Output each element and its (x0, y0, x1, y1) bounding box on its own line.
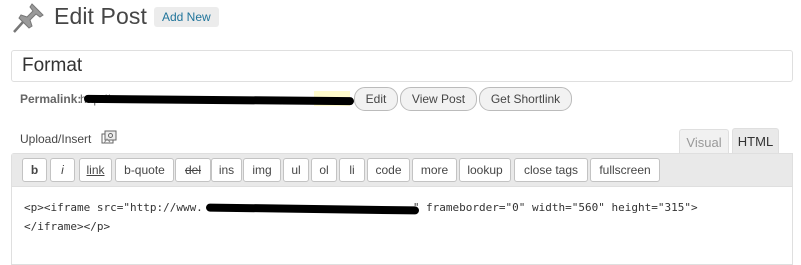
content-line-1-start: <p><iframe src="http://www. (24, 201, 203, 214)
content-line-1-end: " frameborder="0" width="560" height="31… (412, 201, 698, 214)
quicktag-blockquote-button[interactable]: b-quote (115, 158, 174, 182)
edit-permalink-button[interactable]: Edit (354, 87, 398, 111)
quicktag-link-button[interactable]: link (79, 158, 112, 182)
media-gallery-icon[interactable] (101, 130, 118, 147)
quicktag-italic-button[interactable]: i (50, 158, 75, 182)
quicktag-lookup-button[interactable]: lookup (459, 158, 511, 182)
quicktag-ol-button[interactable]: ol (311, 158, 337, 182)
redaction-mark (83, 94, 355, 106)
post-title-field-wrapper (11, 50, 793, 82)
upload-insert-label: Upload/Insert (20, 132, 92, 146)
permalink-label: Permalink: (20, 92, 82, 106)
quicktag-li-button[interactable]: li (339, 158, 365, 182)
tab-visual[interactable]: Visual (679, 129, 729, 155)
content-textarea[interactable]: <p><iframe src="http://www. " frameborder… (24, 198, 784, 236)
page-title: Edit Post (54, 3, 147, 29)
quicktag-more-button[interactable]: more (412, 158, 457, 182)
get-shortlink-button[interactable]: Get Shortlink (479, 87, 572, 111)
quicktag-code-button[interactable]: code (367, 158, 410, 182)
add-new-button[interactable]: Add New (154, 7, 219, 27)
pushpin-icon (13, 3, 44, 33)
post-title-input[interactable] (12, 51, 782, 81)
quicktag-fullscreen-button[interactable]: fullscreen (590, 158, 660, 182)
content-line-2: </iframe></p> (24, 220, 111, 233)
quicktag-bold-button[interactable]: b (22, 158, 47, 182)
quicktag-img-button[interactable]: img (243, 158, 281, 182)
quicktag-ul-button[interactable]: ul (283, 158, 309, 182)
view-post-button[interactable]: View Post (400, 87, 477, 111)
quicktag-ins-button[interactable]: ins (211, 158, 242, 182)
tab-html[interactable]: HTML (732, 128, 779, 155)
quicktag-del-button[interactable]: del (175, 158, 211, 182)
quicktags-toolbar: b i link b-quote del ins img ul ol li co… (12, 154, 792, 187)
quicktag-close-tags-button[interactable]: close tags (514, 158, 588, 182)
